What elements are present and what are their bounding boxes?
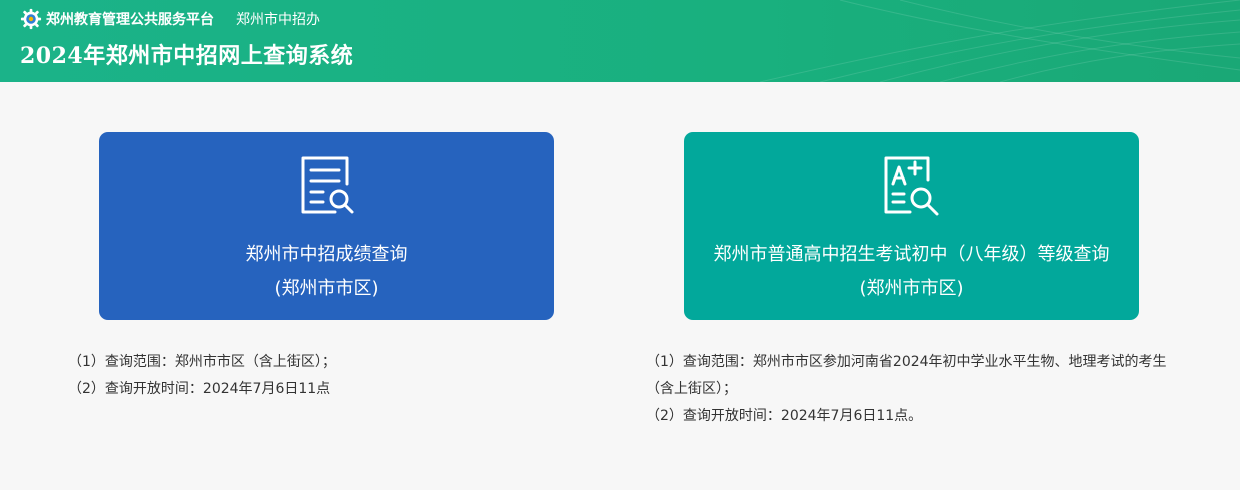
grade-query-card[interactable]: 郑州市普通高中招生考试初中（八年级）等级查询 (郑州市市区) (684, 132, 1139, 320)
score-query-subtitle: (郑州市市区) (274, 278, 379, 299)
score-query-title: 郑州市中招成绩查询 (245, 244, 408, 265)
score-query-card[interactable]: 郑州市中招成绩查询 (郑州市市区) (99, 132, 554, 320)
note-open-time: （2）查询开放时间：2024年7月6日11点 (68, 381, 331, 397)
note-open-time: （2）查询开放时间：2024年7月6日11点。 (646, 408, 923, 424)
note-range: （1）查询范围：郑州市市区（含上街区）； (68, 354, 336, 370)
header-decoration (759, 0, 1240, 82)
header-top-line: 郑州教育管理公共服务平台 郑州市中招办 (20, 8, 320, 30)
document-search-icon (301, 156, 353, 214)
page-header: 郑州教育管理公共服务平台 郑州市中招办 2024年郑州市中招网上查询系统 (0, 0, 1240, 82)
note-range: （1）查询范围：郑州市市区参加河南省2024年初中学业水平生物、地理考试的考生（… (646, 354, 1167, 397)
grade-query-subtitle: (郑州市市区) (859, 278, 964, 299)
score-query-notes: （1）查询范围：郑州市市区（含上街区）； （2）查询开放时间：2024年7月6日… (68, 349, 508, 403)
gear-icon (20, 8, 42, 30)
office-name[interactable]: 郑州市中招办 (236, 9, 320, 29)
platform-name[interactable]: 郑州教育管理公共服务平台 (46, 9, 214, 29)
grade-query-title: 郑州市普通高中招生考试初中（八年级）等级查询 (713, 244, 1110, 265)
grade-query-notes: （1）查询范围：郑州市市区参加河南省2024年初中学业水平生物、地理考试的考生（… (646, 349, 1186, 430)
grade-search-icon (884, 156, 938, 216)
system-title: 2024年郑州市中招网上查询系统 (20, 43, 354, 69)
